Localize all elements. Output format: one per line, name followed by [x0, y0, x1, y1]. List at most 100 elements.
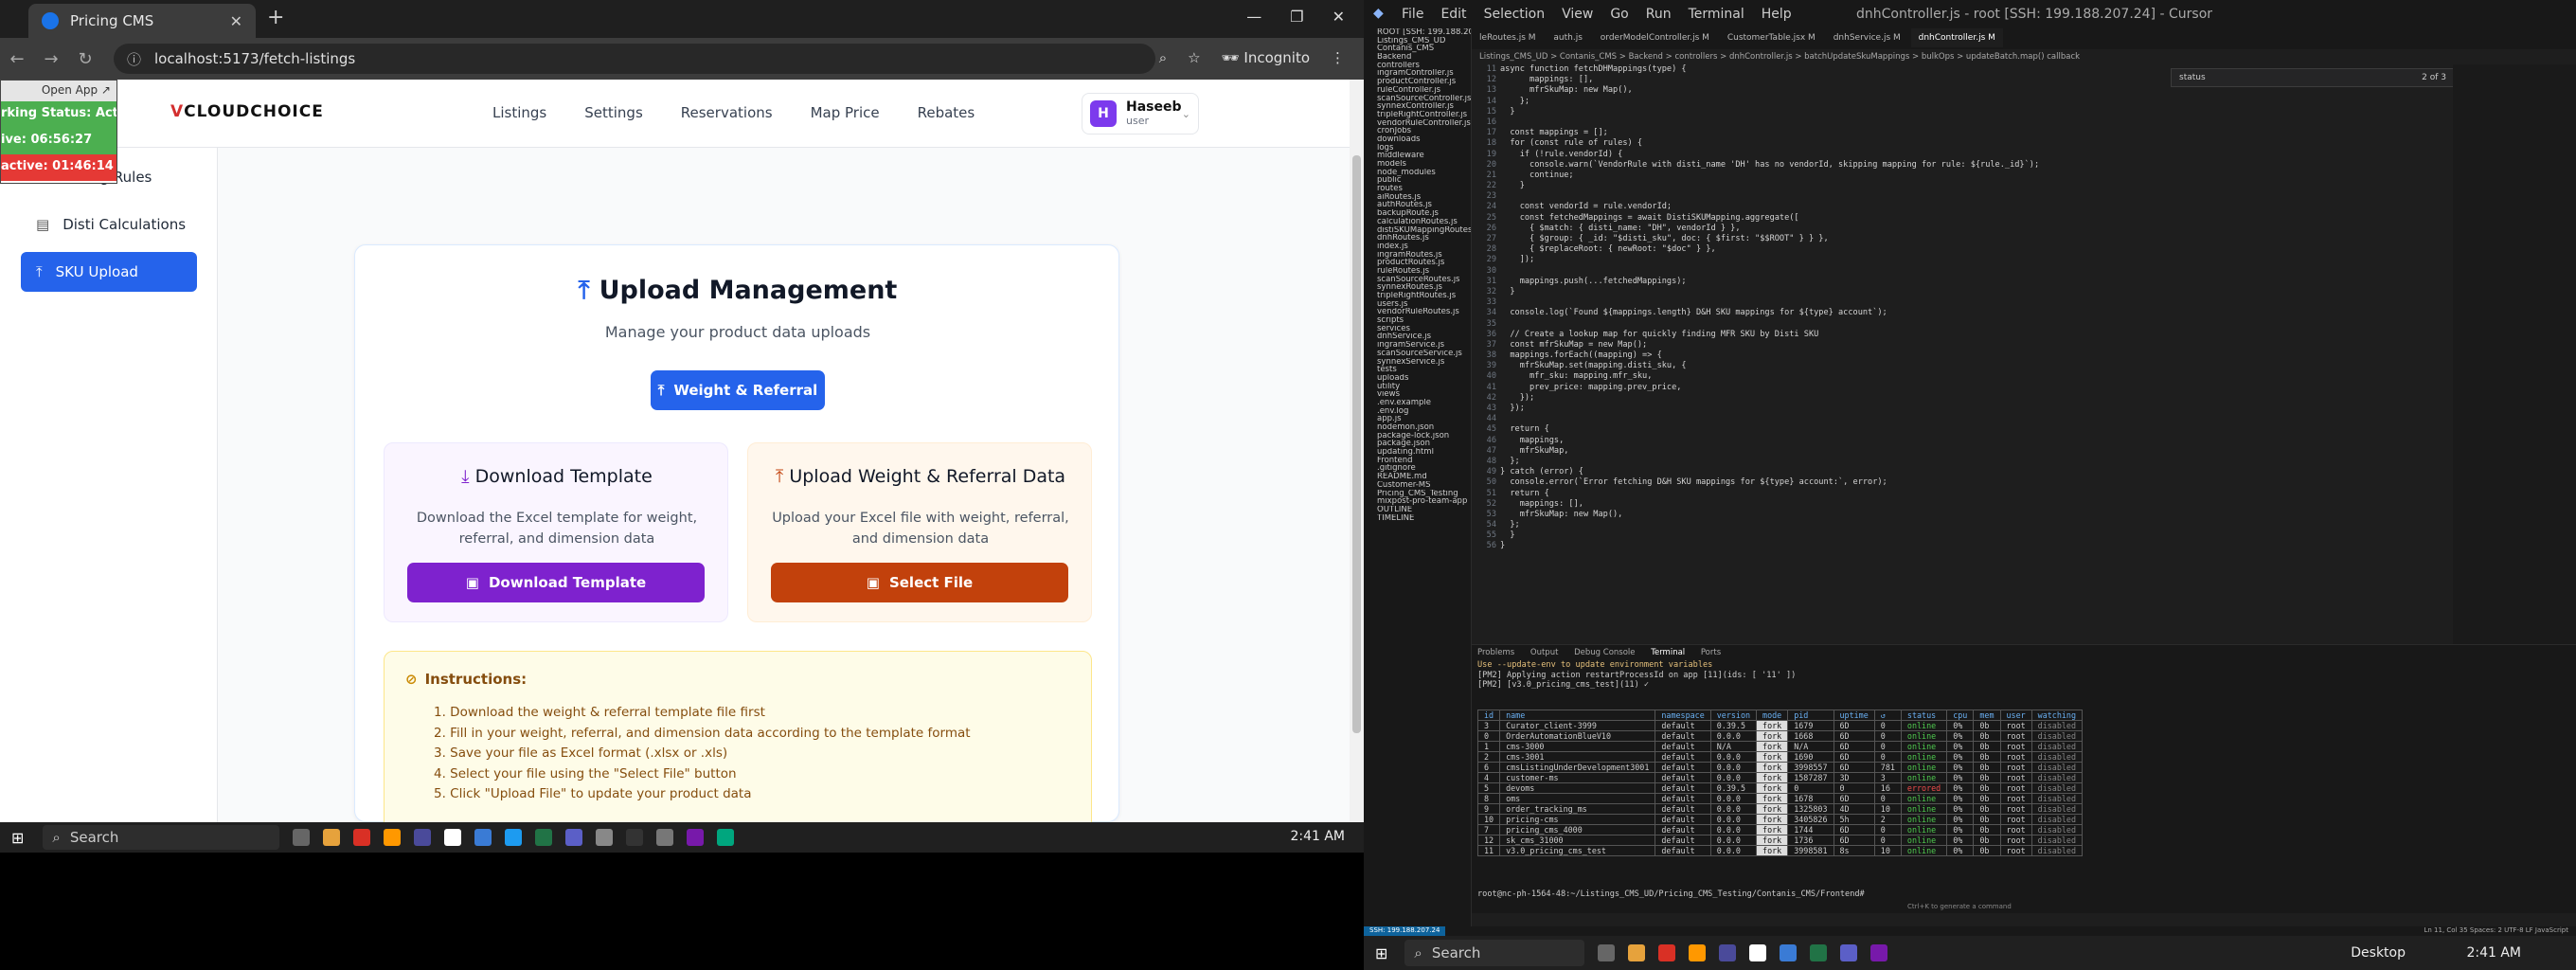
explorer-item[interactable]: users.js: [1377, 300, 1471, 309]
explorer-item[interactable]: synnexService.js: [1377, 358, 1471, 367]
explorer-item[interactable]: backupRoute.js: [1377, 209, 1471, 218]
code-editor[interactable]: 11 async function fetchDHMappings(type) {…: [1472, 64, 2447, 644]
new-tab-icon[interactable]: +: [267, 6, 284, 29]
find-input[interactable]: status: [2179, 73, 2206, 82]
browser-tab[interactable]: Pricing CMS ✕: [28, 4, 256, 38]
download-template-button[interactable]: ▣ Download Template: [407, 563, 705, 602]
file-explorer[interactable]: ROOT [SSH: 199.188.207.24]Listings_CMS_U…: [1377, 28, 1472, 936]
teams-icon[interactable]: [1840, 944, 1858, 961]
explorer-item[interactable]: index.js: [1377, 242, 1471, 251]
task-view-icon[interactable]: [293, 829, 311, 846]
explorer-item[interactable]: node_modules: [1377, 169, 1471, 177]
scrollbar-thumb[interactable]: [1352, 155, 1361, 733]
explorer-item[interactable]: dnhRoutes.js: [1377, 234, 1471, 242]
menu-kebab-icon[interactable]: ⋮: [1331, 49, 1345, 66]
explorer-item[interactable]: synnexController.js: [1377, 102, 1471, 111]
app-icon[interactable]: [414, 829, 432, 846]
menu-selection[interactable]: Selection: [1484, 7, 1546, 22]
explorer-item[interactable]: tripleRightController.js: [1377, 111, 1471, 119]
restore-icon[interactable]: ❐: [1290, 8, 1303, 26]
onenote-icon[interactable]: [1870, 944, 1888, 961]
menu-file[interactable]: File: [1402, 7, 1423, 22]
tab-debug-console[interactable]: Debug Console: [1574, 648, 1635, 657]
zoom-icon[interactable]: ⌕: [1159, 49, 1167, 66]
incognito-badge[interactable]: 🕶 Incognito: [1222, 49, 1310, 66]
reload-icon[interactable]: ↻: [68, 49, 102, 69]
forward-icon[interactable]: →: [34, 49, 68, 69]
menu-view[interactable]: View: [1562, 7, 1593, 22]
explorer-item[interactable]: TIMELINE: [1377, 514, 1471, 523]
tab-ports[interactable]: Ports: [1701, 648, 1721, 657]
app-icon[interactable]: [444, 829, 462, 846]
terminal-panel[interactable]: Problems Output Debug Console Terminal P…: [1472, 644, 2576, 913]
app-icon[interactable]: [626, 829, 644, 846]
explorer-item[interactable]: scanSourceRoutes.js: [1377, 276, 1471, 284]
windows-start-icon[interactable]: ⊞: [11, 829, 24, 847]
sidebar-item-disti-calculations[interactable]: ▤ Disti Calculations: [21, 205, 197, 244]
explorer-item[interactable]: dnhService.js: [1377, 332, 1471, 341]
sidebar-item-sku-upload[interactable]: ⤒ SKU Upload: [21, 252, 197, 292]
explorer-item[interactable]: models: [1377, 160, 1471, 169]
open-app-link[interactable]: Open App ↗: [1, 81, 116, 101]
task-view-icon[interactable]: [1598, 944, 1616, 961]
app-icon[interactable]: [1749, 944, 1767, 961]
page-scrollbar[interactable]: [1350, 80, 1364, 822]
close-tab-icon[interactable]: ✕: [230, 12, 242, 30]
app-icon[interactable]: [656, 829, 674, 846]
explorer-item[interactable]: services: [1377, 325, 1471, 333]
explorer-item[interactable]: ruleController.js: [1377, 86, 1471, 95]
nav-settings[interactable]: Settings: [584, 104, 643, 121]
app-icon[interactable]: [384, 829, 402, 846]
explorer-item[interactable]: scanSourceService.js: [1377, 350, 1471, 358]
explorer-item[interactable]: routes: [1377, 185, 1471, 193]
explorer-item[interactable]: views: [1377, 390, 1471, 399]
taskbar-search[interactable]: ⌕ Search: [43, 825, 280, 850]
explorer-item[interactable]: uploads: [1377, 374, 1471, 383]
explorer-item[interactable]: ROOT [SSH: 199.188.207.24]: [1377, 28, 1471, 37]
explorer-item[interactable]: .gitignore: [1377, 464, 1471, 473]
minimize-icon[interactable]: —: [1246, 8, 1261, 26]
explorer-item[interactable]: ruleRoutes.js: [1377, 267, 1471, 276]
site-info-icon[interactable]: ⓘ: [127, 49, 141, 69]
explorer-item[interactable]: tests: [1377, 366, 1471, 374]
nav-listings[interactable]: Listings: [492, 104, 546, 121]
remote-indicator[interactable]: SSH: 199.188.207.24: [1364, 926, 1446, 936]
menu-terminal[interactable]: Terminal: [1689, 7, 1744, 22]
explorer-item[interactable]: mixpost-pro-team-app: [1377, 497, 1471, 506]
explorer-item[interactable]: public: [1377, 176, 1471, 185]
explorer-item[interactable]: ingramController.js: [1377, 69, 1471, 78]
status-right[interactable]: Ln 11, Col 35 Spaces: 2 UTF-8 LF JavaScr…: [2424, 926, 2568, 934]
explorer-item[interactable]: utility: [1377, 383, 1471, 391]
explorer-item[interactable]: .env.example: [1377, 399, 1471, 407]
user-menu[interactable]: H Haseeb user ⌄: [1082, 93, 1199, 135]
explorer-item[interactable]: authRoutes.js: [1377, 201, 1471, 209]
explorer-item[interactable]: calculationRoutes.js: [1377, 218, 1471, 226]
taskbar-search[interactable]: ⌕ Search: [1404, 940, 1585, 966]
back-icon[interactable]: ←: [0, 49, 34, 69]
explorer-item[interactable]: cronJobs: [1377, 127, 1471, 135]
app-icon[interactable]: [1719, 944, 1737, 961]
bookmark-star-icon[interactable]: ☆: [1188, 49, 1200, 66]
explorer-item[interactable]: README.md: [1377, 473, 1471, 481]
explorer-item[interactable]: OUTLINE: [1377, 506, 1471, 514]
app-icon[interactable]: [717, 829, 735, 846]
editor-tab[interactable]: auth.js: [1546, 28, 1590, 47]
nav-map-price[interactable]: Map Price: [811, 104, 880, 121]
minimap[interactable]: [2453, 64, 2576, 644]
editor-tab[interactable]: dnhService.js M: [1826, 28, 1908, 47]
menu-run[interactable]: Run: [1646, 7, 1672, 22]
explorer-item[interactable]: Listings_CMS_UD: [1377, 37, 1471, 45]
explorer-item[interactable]: scanSourceController.js: [1377, 95, 1471, 103]
explorer-item[interactable]: ingramRoutes.js: [1377, 251, 1471, 260]
url-input[interactable]: ⓘ localhost:5173/fetch-listings: [114, 44, 1155, 74]
app-icon[interactable]: [505, 829, 523, 846]
taskbar-clock[interactable]: 2:41 AM: [2466, 945, 2521, 961]
windows-start-icon[interactable]: ⊞: [1375, 944, 1387, 962]
explorer-item[interactable]: ingramService.js: [1377, 341, 1471, 350]
explorer-item[interactable]: synnexRoutes.js: [1377, 283, 1471, 292]
explorer-item[interactable]: package.json: [1377, 440, 1471, 448]
explorer-item[interactable]: Frontend: [1377, 457, 1471, 465]
tab-terminal[interactable]: Terminal: [1651, 648, 1685, 657]
explorer-item[interactable]: package-lock.json: [1377, 432, 1471, 440]
explorer-item[interactable]: updating.html: [1377, 448, 1471, 457]
